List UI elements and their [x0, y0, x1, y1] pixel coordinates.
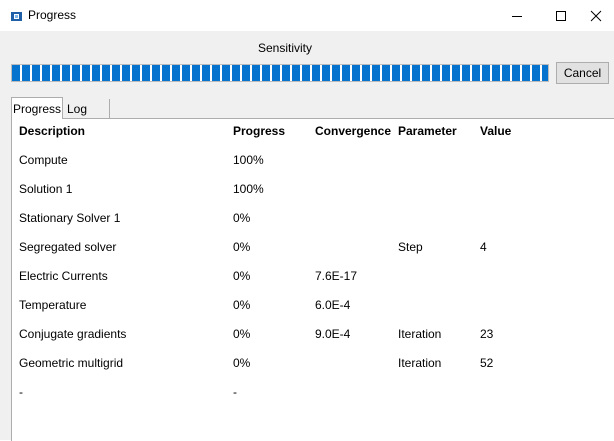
table-row: Electric Currents 0% 7.6E-17: [12, 266, 602, 286]
column-header-description: Description: [19, 124, 86, 138]
dialog-client-area: Sensitivity Cancel Progress Log Descript…: [0, 31, 614, 441]
cell-value: 23: [480, 327, 494, 341]
table-row: Temperature 0% 6.0E-4: [12, 295, 602, 315]
cell-progress: 0%: [233, 327, 251, 341]
table-row: - -: [12, 382, 602, 402]
cell-description: -: [19, 385, 23, 399]
cell-progress: 0%: [233, 211, 251, 225]
cell-description: Temperature: [19, 298, 87, 312]
close-icon: [590, 10, 602, 21]
cell-value: 4: [480, 240, 487, 254]
progress-bar-fill: [12, 65, 548, 81]
cell-convergence: 9.0E-4: [315, 327, 351, 341]
column-header-convergence: Convergence: [315, 124, 392, 138]
window-title: Progress: [28, 8, 77, 22]
column-header-value: Value: [480, 124, 512, 138]
cell-description: Stationary Solver 1: [19, 211, 121, 225]
table-row: Segregated solver 0% Step 4: [12, 237, 602, 257]
maximize-icon: [556, 10, 566, 21]
cell-description: Segregated solver: [19, 240, 117, 254]
cell-progress: 100%: [233, 153, 264, 167]
cell-progress: 0%: [233, 269, 251, 283]
cell-parameter: Step: [398, 240, 423, 254]
cell-progress: 100%: [233, 182, 264, 196]
cell-description: Compute: [19, 153, 68, 167]
operation-label: Sensitivity: [257, 41, 313, 55]
table-row: Geometric multigrid 0% Iteration 52: [12, 353, 602, 373]
cell-description: Solution 1: [19, 182, 73, 196]
cancel-button[interactable]: Cancel: [556, 62, 609, 84]
progress-bar: [11, 64, 549, 82]
cell-progress: 0%: [233, 298, 251, 312]
cell-description: Conjugate gradients: [19, 327, 127, 341]
cell-convergence: 6.0E-4: [315, 298, 351, 312]
table-row: Compute 100%: [12, 150, 602, 170]
cell-progress: 0%: [233, 240, 251, 254]
cell-progress: 0%: [233, 356, 251, 370]
minimize-icon: [512, 15, 522, 17]
cell-convergence: 7.6E-17: [315, 269, 358, 283]
minimize-button[interactable]: [499, 0, 535, 31]
tab-progress[interactable]: Progress: [11, 97, 63, 119]
app-icon: [11, 10, 22, 21]
table-row: Solution 1 100%: [12, 179, 602, 199]
cell-description: Geometric multigrid: [19, 356, 124, 370]
progress-table: Description Progress Convergence Paramet…: [11, 118, 614, 441]
cell-parameter: Iteration: [398, 356, 442, 370]
column-header-progress: Progress: [233, 124, 286, 138]
column-header-parameter: Parameter: [398, 124, 457, 138]
table-header-row: Description Progress Convergence Paramet…: [12, 121, 602, 141]
maximize-button[interactable]: [543, 0, 579, 31]
tab-log[interactable]: Log: [63, 99, 110, 119]
table-row: Conjugate gradients 0% 9.0E-4 Iteration …: [12, 324, 602, 344]
cell-progress: -: [233, 385, 237, 399]
close-button[interactable]: [578, 0, 614, 31]
table-row: Stationary Solver 1 0%: [12, 208, 602, 228]
cell-parameter: Iteration: [398, 327, 442, 341]
title-bar: Progress: [0, 0, 614, 31]
cell-value: 52: [480, 356, 494, 370]
cell-description: Electric Currents: [19, 269, 108, 283]
